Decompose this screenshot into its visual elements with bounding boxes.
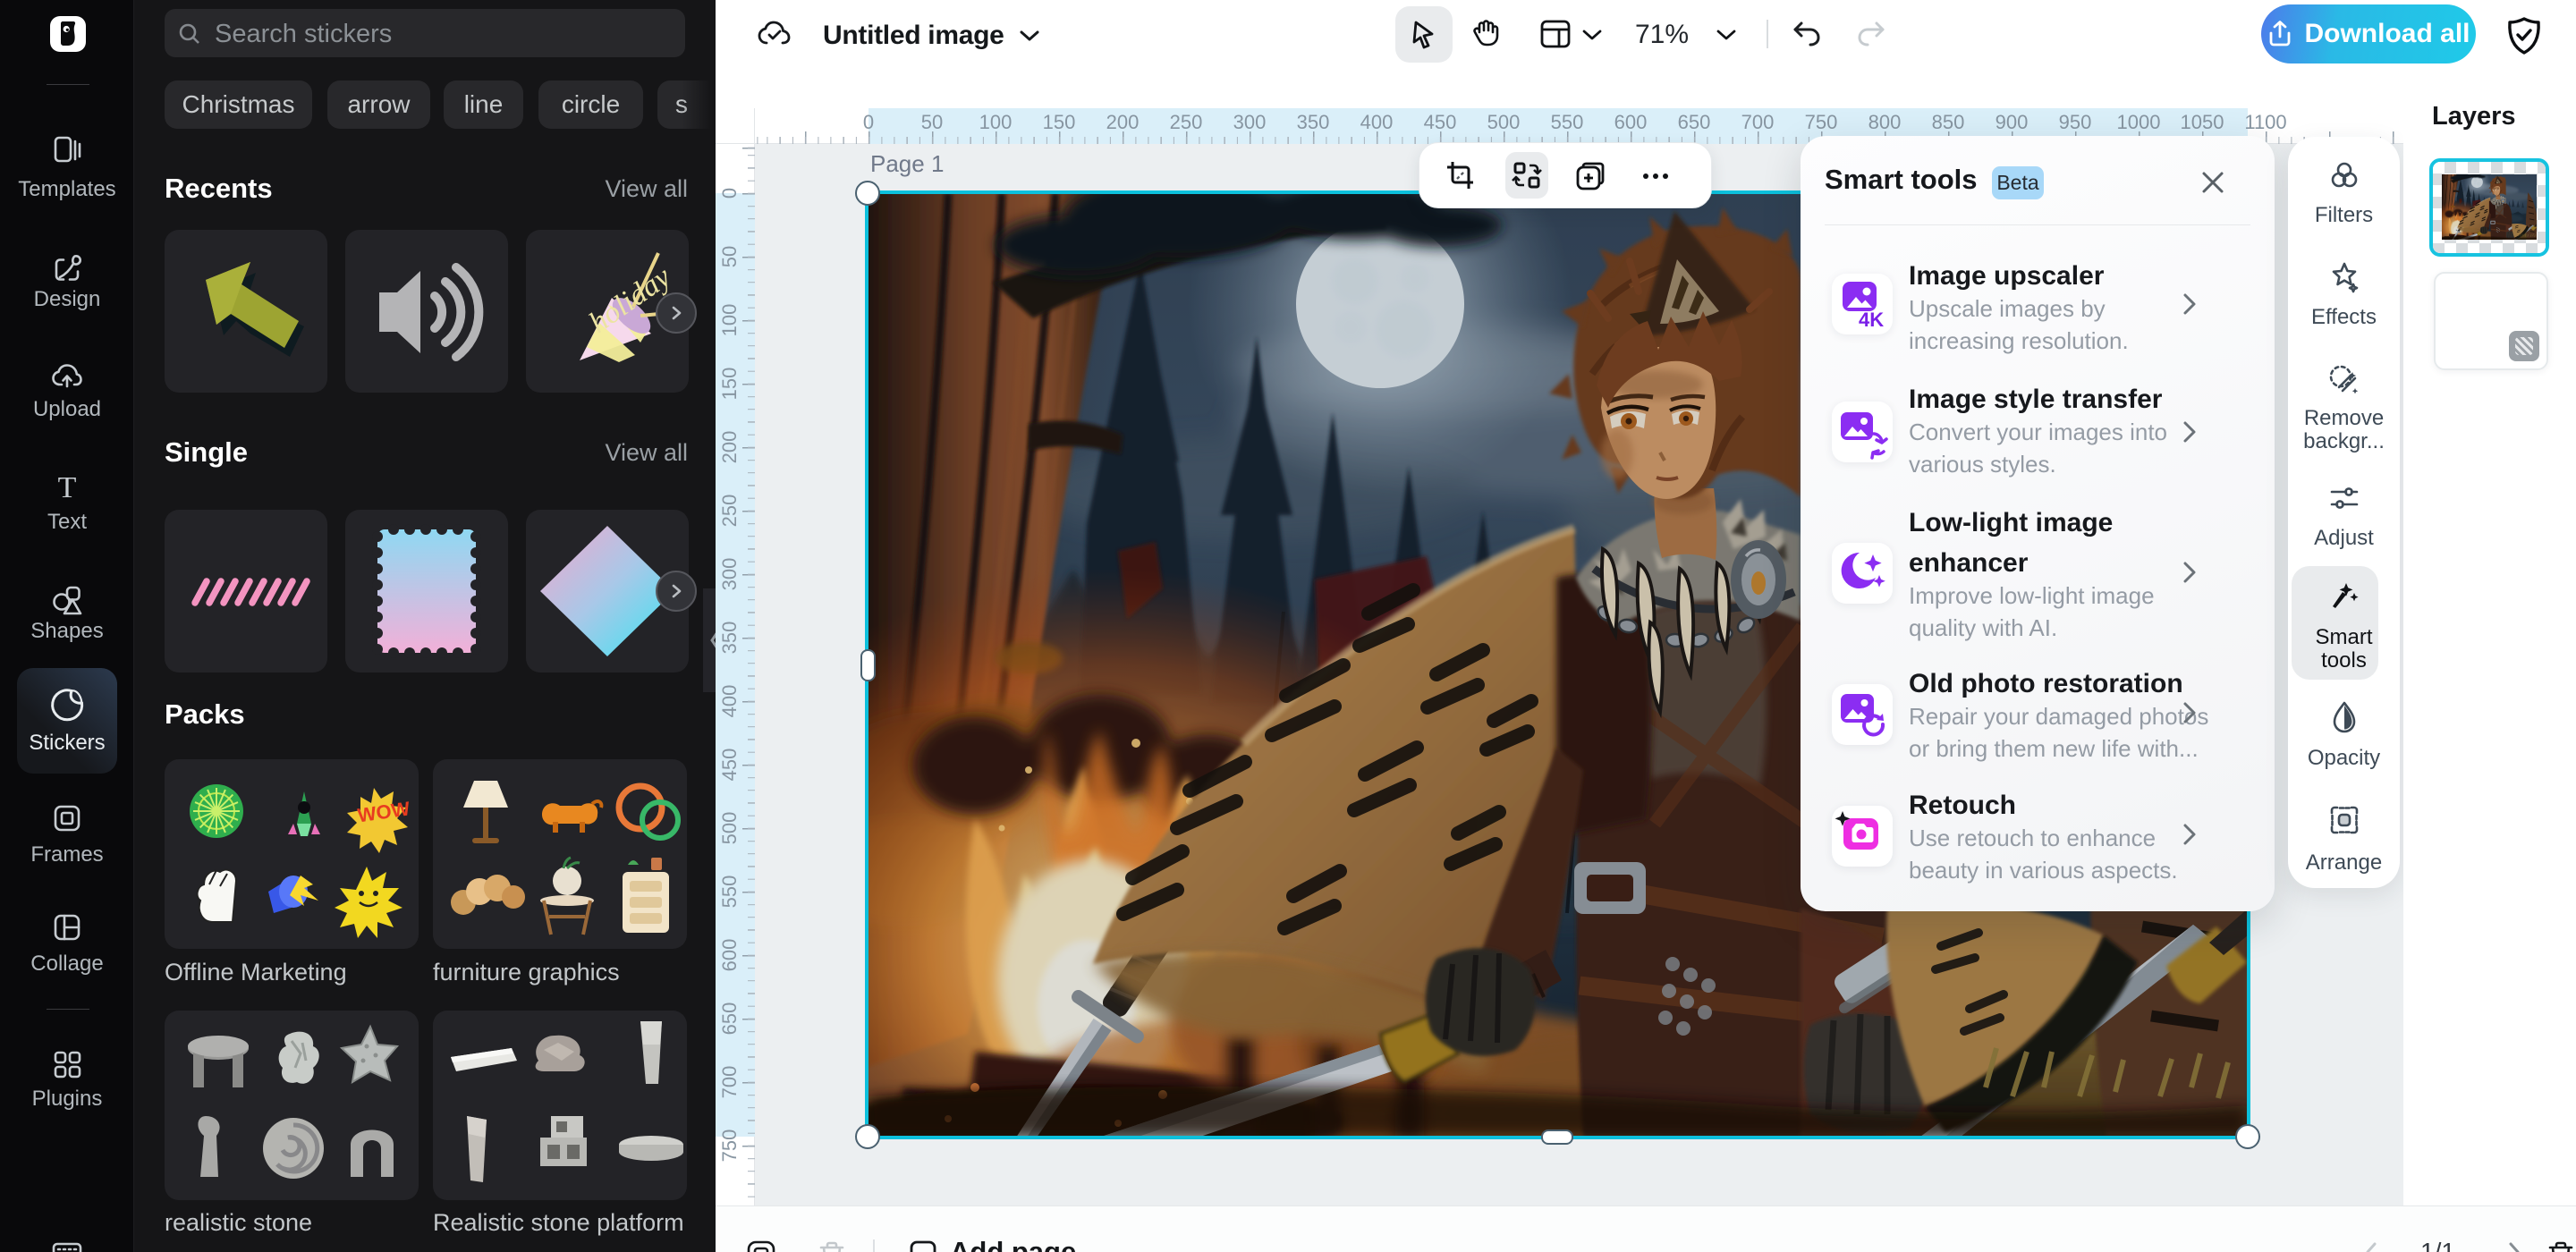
svg-text:4K: 4K [1859,309,1884,331]
svg-text:T: T [58,472,77,504]
